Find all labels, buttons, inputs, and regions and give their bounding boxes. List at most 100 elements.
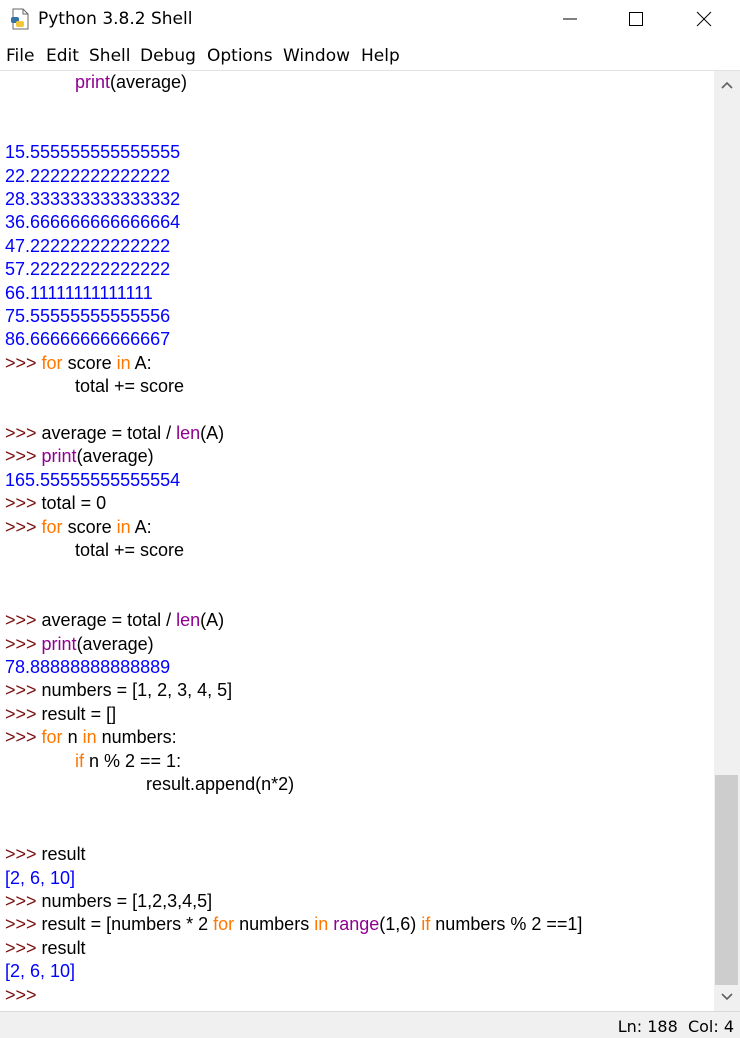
shell-line: 47.22222222222222 bbox=[5, 235, 170, 258]
code-text: average = total / bbox=[41, 610, 177, 631]
builtin-name: range bbox=[333, 914, 380, 935]
shell-line: >>> for n in numbers: bbox=[5, 726, 177, 749]
prompt: >>> bbox=[5, 610, 42, 631]
shell-line: >>> numbers = [1,2,3,4,5] bbox=[5, 890, 212, 913]
shell-line: >>> for score in A: bbox=[5, 352, 152, 375]
prompt: >>> bbox=[5, 423, 42, 443]
prompt: >>> bbox=[5, 516, 42, 537]
keyword: in bbox=[116, 516, 131, 537]
shell-line: 86.66666666666667 bbox=[5, 328, 170, 351]
menu-edit[interactable]: Edit bbox=[46, 46, 79, 66]
code-text: n bbox=[62, 727, 83, 748]
shell-line: >>> total = 0 bbox=[5, 492, 106, 515]
code-text: n % 2 == 1: bbox=[84, 750, 182, 771]
output-text: 66.11111111111111 bbox=[5, 282, 153, 303]
column-number: Col: 4 bbox=[687, 1017, 734, 1036]
keyword: in bbox=[82, 727, 97, 748]
menu-options[interactable]: Options bbox=[207, 46, 273, 66]
shell-line: >>> result bbox=[5, 843, 86, 866]
minimize-icon bbox=[563, 18, 577, 20]
shell-line: 22.22222222222222 bbox=[5, 165, 170, 188]
code-text: A: bbox=[130, 352, 152, 373]
menu-shell[interactable]: Shell bbox=[89, 46, 130, 66]
code-text: A: bbox=[130, 516, 152, 537]
chevron-down-icon bbox=[721, 993, 733, 1001]
code-text: result bbox=[41, 844, 86, 865]
code-text: (average) bbox=[76, 446, 154, 467]
code-text: numbers % 2 ==1] bbox=[430, 914, 583, 935]
status-bar: Ln: 188 Col: 4 bbox=[0, 1011, 740, 1038]
cursor-position: Ln: 188 Col: 4 bbox=[618, 1017, 734, 1036]
output-text: 86.66666666666667 bbox=[5, 329, 171, 350]
output-text: 47.22222222222222 bbox=[5, 235, 171, 256]
shell-line: [2, 6, 10] bbox=[5, 960, 75, 983]
scroll-down-button[interactable] bbox=[714, 984, 740, 1010]
shell-line: >>> average = total / len(A) bbox=[5, 422, 224, 445]
output-text: 28.333333333333332 bbox=[5, 189, 181, 209]
shell-line: 57.22222222222222 bbox=[5, 258, 170, 281]
code-text: numbers = [1, 2, 3, 4, 5] bbox=[41, 680, 233, 701]
menu-help[interactable]: Help bbox=[361, 46, 400, 66]
shell-line: 15.555555555555555 bbox=[5, 141, 180, 164]
shell-line: >>> result = [numbers * 2 for numbers in… bbox=[5, 913, 582, 936]
builtin-name: len bbox=[176, 610, 201, 631]
menu-window[interactable]: Window bbox=[283, 46, 350, 66]
keyword: in bbox=[116, 352, 131, 373]
prompt: >>> bbox=[5, 914, 42, 935]
scrollbar-thumb[interactable] bbox=[715, 775, 738, 985]
keyword: for bbox=[41, 516, 63, 537]
shell-line: 66.11111111111111 bbox=[5, 282, 153, 305]
builtin-name: print bbox=[41, 633, 77, 654]
shell-line: 165.55555555555554 bbox=[5, 469, 180, 492]
keyword: for bbox=[41, 727, 63, 748]
code-text: (A) bbox=[200, 610, 225, 631]
builtin-name: len bbox=[176, 423, 201, 443]
output-text: [2, 6, 10] bbox=[5, 961, 76, 982]
shell-line: 28.333333333333332 bbox=[5, 188, 180, 211]
window-title: Python 3.8.2 Shell bbox=[38, 9, 193, 29]
code-text: total = 0 bbox=[41, 493, 107, 514]
scroll-up-button[interactable] bbox=[714, 72, 740, 98]
line-number: Ln: 188 bbox=[617, 1017, 678, 1036]
prompt: >>> bbox=[5, 633, 42, 654]
minimize-button[interactable] bbox=[538, 0, 602, 38]
code-text: total += score bbox=[75, 540, 185, 560]
shell-line: >>> bbox=[5, 984, 42, 1007]
title-bar[interactable]: Python 3.8.2 Shell bbox=[0, 0, 740, 38]
builtin-name: print bbox=[41, 446, 77, 467]
shell-line: >>> average = total / len(A) bbox=[5, 609, 224, 632]
maximize-icon bbox=[629, 12, 643, 26]
keyword: if bbox=[75, 750, 84, 771]
code-text: (average) bbox=[76, 633, 154, 654]
chevron-up-icon bbox=[721, 81, 733, 89]
builtin-name: print bbox=[75, 72, 111, 92]
shell-line: print(average) bbox=[75, 71, 187, 94]
code-text: numbers bbox=[234, 914, 315, 935]
shell-line: >>> result bbox=[5, 937, 86, 960]
shell-text-area[interactable]: print(average) 15.555555555555555 22.22222… bbox=[0, 71, 714, 1011]
shell-line: [2, 6, 10] bbox=[5, 867, 75, 890]
python-idle-icon bbox=[9, 8, 31, 30]
menu-file[interactable]: File bbox=[6, 46, 34, 66]
menu-debug[interactable]: Debug bbox=[140, 46, 196, 66]
shell-line: total += score bbox=[75, 539, 184, 562]
shell-line: result.append(n*2) bbox=[146, 773, 294, 796]
code-text: result bbox=[41, 937, 86, 958]
prompt: >>> bbox=[5, 891, 42, 911]
prompt: >>> bbox=[5, 844, 42, 865]
code-text: numbers: bbox=[96, 727, 177, 748]
prompt: >>> bbox=[5, 937, 42, 958]
shell-line: if n % 2 == 1: bbox=[75, 750, 181, 773]
shell-line: >>> print(average) bbox=[5, 633, 154, 656]
maximize-button[interactable] bbox=[604, 0, 668, 38]
output-text: [2, 6, 10] bbox=[5, 867, 76, 888]
code-text: (average) bbox=[110, 72, 188, 92]
close-button[interactable] bbox=[672, 0, 736, 38]
vertical-scrollbar[interactable] bbox=[714, 71, 740, 1011]
code-text: numbers = [1,2,3,4,5] bbox=[41, 891, 213, 911]
code-text: result = [numbers * 2 bbox=[41, 914, 214, 935]
keyword: for bbox=[213, 914, 235, 935]
keyword: if bbox=[421, 914, 431, 935]
prompt: >>> bbox=[5, 984, 42, 1005]
prompt: >>> bbox=[5, 727, 42, 748]
